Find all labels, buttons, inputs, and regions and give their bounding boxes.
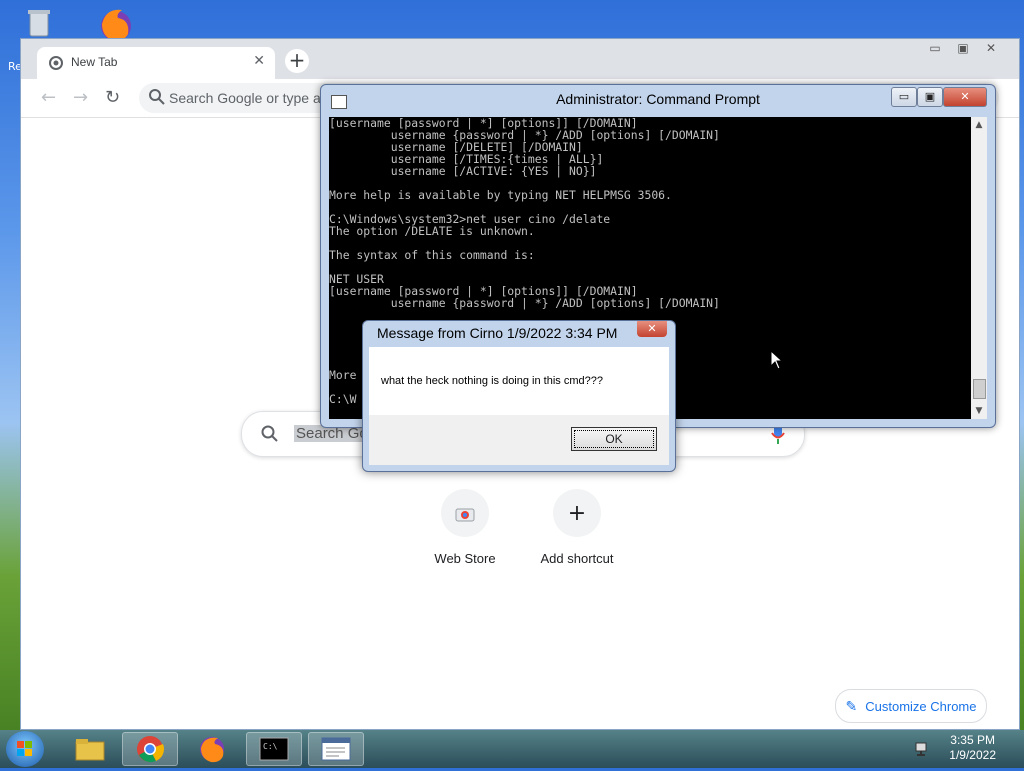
ok-button[interactable]: OK: [571, 427, 657, 451]
reload-icon[interactable]: ↻: [105, 87, 120, 108]
mouse-cursor-icon: [770, 350, 784, 370]
taskbar-chrome[interactable]: [122, 732, 178, 766]
taskbar-cmd[interactable]: C:\: [246, 732, 302, 766]
close-icon[interactable]: ✕: [637, 321, 667, 337]
svg-text:C:\: C:\: [263, 742, 278, 751]
console-scrollbar[interactable]: ▲ ▼: [971, 117, 987, 419]
chrome-tab-favicon-icon: [49, 56, 63, 70]
folder-icon: [75, 739, 105, 761]
cmd-icon: C:\: [259, 737, 289, 761]
dialog-body: what the heck nothing is doing in this c…: [369, 347, 669, 415]
shortcut-web-store[interactable]: Web Store: [415, 489, 515, 566]
shortcut-label: Add shortcut: [540, 551, 614, 566]
tab-strip: New Tab ✕ + ▭ ▣ ✕: [21, 39, 1019, 79]
taskbar-explorer[interactable]: [62, 732, 118, 766]
shortcut-add[interactable]: + Add shortcut: [527, 489, 627, 566]
firefox-desktop-icon[interactable]: [96, 6, 136, 42]
shortcut-label: Web Store: [434, 551, 496, 566]
customize-label: Customize Chrome: [865, 698, 977, 714]
taskbar-notepad[interactable]: [308, 732, 364, 766]
maximize-button[interactable]: ▣: [917, 87, 943, 107]
close-tab-icon[interactable]: ✕: [253, 53, 265, 69]
message-dialog: Message from Cirno 1/9/2022 3:34 PM ✕ wh…: [362, 320, 676, 472]
pencil-icon: ✎: [845, 697, 858, 714]
message-window-icon: [321, 737, 351, 761]
firefox-icon: [200, 737, 224, 763]
dialog-footer: OK: [369, 415, 669, 465]
clock-time: 3:35 PM: [950, 733, 995, 747]
web-store-icon: [441, 489, 489, 537]
new-tab-button[interactable]: +: [285, 49, 309, 73]
taskbar: C:\ 3:35 PM 1/9/2022: [0, 730, 1024, 768]
minimize-icon[interactable]: ▭: [921, 41, 949, 55]
scroll-up-icon[interactable]: ▲: [971, 117, 987, 133]
close-button[interactable]: ✕: [943, 87, 987, 107]
close-icon[interactable]: ✕: [977, 41, 1005, 55]
start-button[interactable]: [6, 731, 44, 767]
maximize-icon[interactable]: ▣: [949, 41, 977, 55]
windows-logo-icon: [17, 741, 32, 756]
dialog-title: Message from Cirno 1/9/2022 3:34 PM: [377, 325, 618, 341]
back-icon[interactable]: ←: [41, 87, 56, 108]
scroll-thumb[interactable]: [973, 379, 986, 399]
scroll-down-icon[interactable]: ▼: [971, 403, 987, 419]
tab-new-tab[interactable]: New Tab ✕: [37, 47, 275, 79]
forward-icon[interactable]: →: [73, 87, 88, 108]
tab-title: New Tab: [71, 55, 118, 69]
clock-date: 1/9/2022: [949, 748, 996, 762]
customize-chrome-button[interactable]: ✎ Customize Chrome: [835, 689, 987, 723]
network-icon[interactable]: [914, 740, 932, 758]
plus-icon: +: [553, 489, 601, 537]
chrome-window-controls: ▭ ▣ ✕: [921, 41, 1005, 55]
chrome-icon: [137, 736, 164, 763]
minimize-button[interactable]: ▭: [891, 87, 917, 107]
clock[interactable]: 3:35 PM 1/9/2022: [949, 733, 996, 763]
dialog-message: what the heck nothing is doing in this c…: [381, 375, 603, 387]
recycle-bin-icon[interactable]: [22, 6, 56, 40]
search-icon: [261, 425, 278, 442]
taskbar-firefox[interactable]: [184, 732, 240, 766]
search-icon: [149, 89, 165, 105]
